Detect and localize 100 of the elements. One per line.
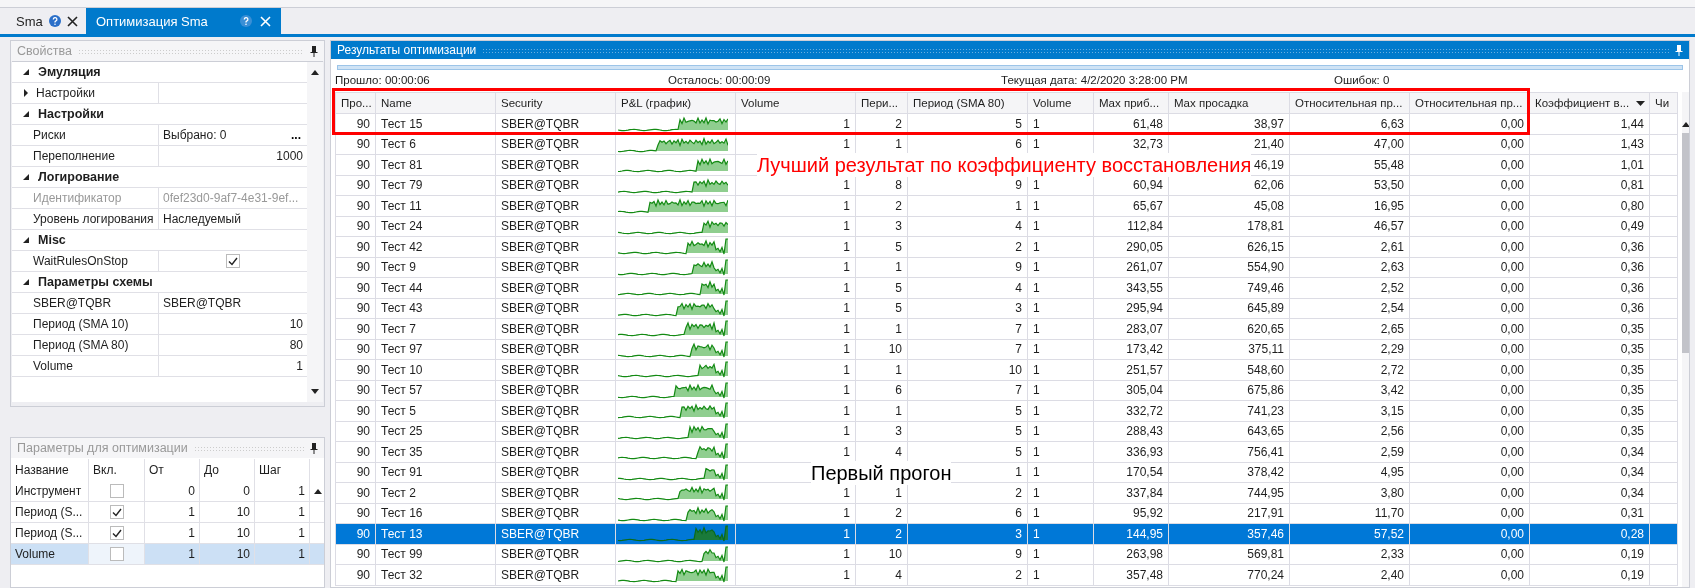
table-cell: 61,48 bbox=[1132, 116, 1163, 131]
table-cell: 1 bbox=[1033, 526, 1040, 541]
scrollbar[interactable] bbox=[1682, 92, 1689, 587]
scroll-up-icon[interactable] bbox=[314, 488, 322, 494]
pin-icon[interactable] bbox=[310, 442, 318, 454]
checkbox[interactable] bbox=[226, 254, 240, 268]
property-label: Volume bbox=[32, 359, 74, 373]
table-cell: 90 bbox=[356, 321, 370, 336]
table-cell: 32,73 bbox=[1132, 137, 1163, 152]
table-cell: 10 bbox=[888, 547, 902, 562]
column-header[interactable]: Относительная пр... bbox=[1410, 92, 1530, 114]
table-cell: Инструмент bbox=[11, 481, 89, 501]
help-icon[interactable] bbox=[48, 15, 61, 27]
table-cell: 336,93 bbox=[1126, 444, 1163, 459]
column-header[interactable]: От bbox=[145, 459, 200, 481]
checkbox[interactable] bbox=[109, 547, 124, 561]
pin-icon[interactable] bbox=[310, 45, 318, 57]
scroll-down-icon[interactable] bbox=[311, 389, 319, 394]
table-cell: 1 bbox=[255, 502, 310, 522]
property-value[interactable]: Наследуемый bbox=[163, 212, 303, 226]
property-value[interactable]: 80 bbox=[163, 338, 303, 352]
expanded-triangle-icon[interactable] bbox=[22, 68, 30, 76]
sort-descending-icon[interactable] bbox=[1636, 101, 1645, 106]
table-cell: 7 bbox=[1015, 321, 1022, 336]
table-cell: 90 bbox=[356, 280, 370, 295]
column-header[interactable]: Name bbox=[376, 92, 496, 114]
table-cell: Тест 16 bbox=[381, 506, 423, 521]
property-value[interactable]: SBER@TQBR bbox=[163, 296, 303, 310]
table-cell: 3 bbox=[1015, 526, 1022, 541]
property-label: Период (SMA 80) bbox=[32, 338, 129, 352]
table-cell: 1 bbox=[843, 321, 850, 336]
column-header[interactable]: Название bbox=[11, 459, 89, 481]
table-cell: 65,67 bbox=[1132, 198, 1163, 213]
scroll-up-icon[interactable] bbox=[1682, 122, 1689, 127]
column-header[interactable]: Относительная пр... bbox=[1290, 92, 1410, 114]
expanded-triangle-icon[interactable] bbox=[22, 173, 30, 181]
column-header[interactable]: Чи bbox=[1650, 92, 1678, 114]
remaining-time: Осталось: 00:00:09 bbox=[668, 74, 771, 86]
table-cell: 90 bbox=[356, 403, 370, 418]
column-header[interactable]: Volume bbox=[736, 92, 856, 114]
table-cell: 2,72 bbox=[1380, 362, 1404, 377]
table-cell: 0,00 bbox=[1500, 362, 1524, 377]
column-header[interactable]: Security bbox=[496, 92, 616, 114]
document-tab[interactable]: Оптимизация Sma bbox=[86, 8, 281, 34]
property-category[interactable]: Misc bbox=[12, 230, 307, 251]
ellipsis-button[interactable]: ... bbox=[289, 130, 303, 140]
table-cell: 6 bbox=[1015, 506, 1022, 521]
table-cell: 90 bbox=[356, 219, 370, 234]
table-cell: 3,15 bbox=[1380, 403, 1404, 418]
table-cell: 144,95 bbox=[1126, 526, 1163, 541]
scrollbar[interactable] bbox=[307, 62, 323, 402]
property-category[interactable]: Параметры схемы bbox=[12, 272, 307, 293]
column-header[interactable]: Вкл. bbox=[89, 459, 145, 481]
checkbox[interactable] bbox=[109, 484, 124, 498]
property-value[interactable]: Выбрано: 0 bbox=[163, 128, 285, 142]
column-header[interactable]: До bbox=[200, 459, 255, 481]
column-header[interactable]: Max просадка bbox=[1169, 92, 1290, 114]
property-value[interactable]: 10 bbox=[163, 317, 303, 331]
property-category[interactable]: Эмуляция bbox=[12, 62, 307, 83]
table-cell: 295,94 bbox=[1126, 301, 1163, 316]
parameter-row[interactable]: Инструмент 0 0 1 bbox=[11, 481, 324, 502]
table-cell: 6 bbox=[1015, 137, 1022, 152]
table-cell: 0,81 bbox=[1620, 178, 1644, 193]
parameter-row[interactable]: Период (S... 1 10 1 bbox=[11, 502, 324, 523]
table-cell: 9 bbox=[1015, 260, 1022, 275]
table-cell: 3,80 bbox=[1380, 485, 1404, 500]
property-value[interactable]: 1 bbox=[163, 359, 303, 373]
property-category[interactable]: Настройки bbox=[12, 104, 307, 125]
column-header[interactable]: Volume bbox=[1028, 92, 1094, 114]
column-header[interactable]: Период (SMA 80) bbox=[908, 92, 1028, 114]
column-header[interactable]: Шаг bbox=[255, 459, 310, 481]
table-cell: 1 bbox=[255, 481, 310, 501]
expanded-triangle-icon[interactable] bbox=[22, 110, 30, 118]
table-cell: 675,86 bbox=[1247, 383, 1284, 398]
table-cell: 90 bbox=[356, 424, 370, 439]
column-header[interactable]: Пери... bbox=[856, 92, 908, 114]
help-icon[interactable] bbox=[239, 15, 252, 27]
table-cell: 6 bbox=[895, 383, 902, 398]
column-header[interactable]: Max приб... bbox=[1094, 92, 1169, 114]
table-cell: 90 bbox=[356, 506, 370, 521]
close-icon[interactable] bbox=[67, 15, 78, 27]
checkbox[interactable] bbox=[109, 526, 124, 540]
table-cell: 55,48 bbox=[1373, 157, 1404, 172]
collapsed-triangle-icon[interactable] bbox=[22, 89, 30, 97]
column-header[interactable]: Коэффициент в... bbox=[1530, 92, 1650, 114]
table-cell: 0,34 bbox=[1620, 444, 1644, 459]
expanded-triangle-icon[interactable] bbox=[22, 236, 30, 244]
expanded-triangle-icon[interactable] bbox=[22, 278, 30, 286]
property-value[interactable]: 1000 bbox=[163, 149, 303, 163]
column-header[interactable]: P&L (график) bbox=[616, 92, 736, 114]
property-category[interactable]: Логирование bbox=[12, 167, 307, 188]
parameter-row[interactable]: Volume 1 10 1 bbox=[11, 544, 324, 565]
table-cell: Тест 25 bbox=[381, 424, 423, 439]
table-cell: 0,00 bbox=[1500, 157, 1524, 172]
scroll-up-icon[interactable] bbox=[311, 70, 319, 75]
table-cell: 1 bbox=[1033, 178, 1040, 193]
table-cell: 38,97 bbox=[1253, 116, 1284, 131]
column-header[interactable]: Про... bbox=[335, 92, 376, 114]
document-tab[interactable]: Sma bbox=[8, 8, 86, 34]
checkbox[interactable] bbox=[109, 505, 124, 519]
